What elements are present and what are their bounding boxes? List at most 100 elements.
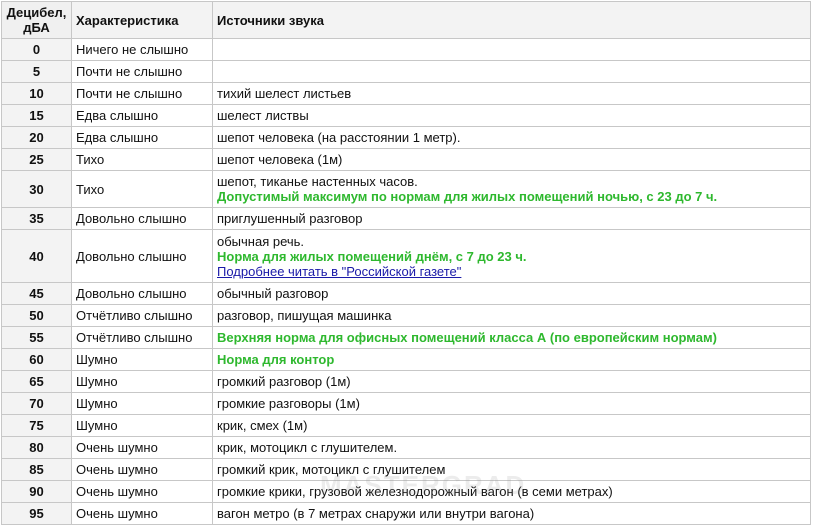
sources-cell: обычный разговор: [213, 283, 810, 304]
characteristic-cell: Очень шумно: [72, 481, 212, 502]
table-row: 75 Шумно крик, смех (1м): [2, 415, 810, 436]
characteristic-cell: Ничего не слышно: [72, 39, 212, 60]
sources-cell: крик, смех (1м): [213, 415, 810, 436]
source-text: крик, мотоцикл с глушителем.: [217, 440, 398, 455]
table-row: 30 Тихо шепот, тиканье настенных часов. Доп…: [2, 171, 810, 207]
table-row: 80 Очень шумно крик, мотоцикл с глушителем…: [2, 437, 810, 458]
table-row: 15 Едва слышно шелест листвы: [2, 105, 810, 126]
sources-cell: громкие разговоры (1м): [213, 393, 810, 414]
table-row: 40 Довольно слышно обычная речь. Норма для …: [2, 230, 810, 282]
table-row: 70 Шумно громкие разговоры (1м): [2, 393, 810, 414]
table-row: 35 Довольно слышно приглушенный разговор: [2, 208, 810, 229]
table-row: 90 Очень шумно громкие крики, грузовой жел…: [2, 481, 810, 502]
characteristic-cell: Почти не слышно: [72, 61, 212, 82]
sources-cell: шелест листвы: [213, 105, 810, 126]
characteristic-cell: Тихо: [72, 149, 212, 170]
source-text: разговор, пишущая машинка: [217, 308, 392, 323]
decibel-cell: 10: [2, 83, 71, 104]
sources-cell: Верхняя норма для офисных помещений клас…: [213, 327, 810, 348]
sources-cell: шепот человека (1м): [213, 149, 810, 170]
decibel-cell: 25: [2, 149, 71, 170]
decibel-cell: 80: [2, 437, 71, 458]
characteristic-cell: Едва слышно: [72, 127, 212, 148]
decibel-cell: 50: [2, 305, 71, 326]
decibel-cell: 20: [2, 127, 71, 148]
characteristic-cell: Тихо: [72, 171, 212, 207]
characteristic-cell: Очень шумно: [72, 503, 212, 524]
source-text: обычная речь.: [217, 233, 305, 249]
source-text: крик, смех (1м): [217, 418, 308, 433]
source-text: громкие разговоры (1м): [217, 396, 360, 411]
decibel-cell: 15: [2, 105, 71, 126]
decibel-cell: 0: [2, 39, 71, 60]
table-row: 50 Отчётливо слышно разговор, пишущая маши…: [2, 305, 810, 326]
sources-cell: громкий разговор (1м): [213, 371, 810, 392]
source-text: шепот, тиканье настенных часов.: [217, 174, 418, 189]
table-row: 25 Тихо шепот человека (1м): [2, 149, 810, 170]
table-row: 95 Очень шумно вагон метро (в 7 метрах сна…: [2, 503, 810, 524]
decibel-cell: 90: [2, 481, 71, 502]
decibel-cell: 55: [2, 327, 71, 348]
table-row: 10 Почти не слышно тихий шелест листьев: [2, 83, 810, 104]
norm-highlight: Допустимый максимум по нормам для жилых …: [217, 189, 718, 204]
characteristic-cell: Шумно: [72, 415, 212, 436]
characteristic-cell: Довольно слышно: [72, 283, 212, 304]
characteristic-cell: Очень шумно: [72, 437, 212, 458]
sources-cell: тихий шелест листьев: [213, 83, 810, 104]
sources-cell: [213, 39, 810, 60]
sources-cell: шепот, тиканье настенных часов. Допустимы…: [213, 171, 810, 207]
decibel-cell: 60: [2, 349, 71, 370]
decibel-cell: 45: [2, 283, 71, 304]
sources-cell: приглушенный разговор: [213, 208, 810, 229]
decibel-cell: 30: [2, 171, 71, 207]
noise-levels-table: Децибел, дБА Характеристика Источники зв…: [1, 1, 811, 525]
source-text: шепот человека (на расстоянии 1 метр).: [217, 130, 461, 145]
sources-cell: громкий крик, мотоцикл с глушителем: [213, 459, 810, 480]
sources-cell: Норма для контор: [213, 349, 810, 370]
header-decibel: Децибел, дБА: [2, 2, 71, 38]
table-row: 60 Шумно Норма для контор: [2, 349, 810, 370]
norm-highlight: Норма для контор: [217, 352, 335, 367]
decibel-cell: 75: [2, 415, 71, 436]
decibel-cell: 5: [2, 61, 71, 82]
source-text: обычный разговор: [217, 286, 329, 301]
decibel-cell: 70: [2, 393, 71, 414]
source-text: тихий шелест листьев: [217, 86, 352, 101]
table-header-row: Децибел, дБА Характеристика Источники зв…: [2, 2, 810, 38]
decibel-cell: 40: [2, 230, 71, 282]
characteristic-cell: Довольно слышно: [72, 230, 212, 282]
table-row: 5 Почти не слышно: [2, 61, 810, 82]
sources-cell: [213, 61, 810, 82]
norm-highlight: Норма для жилых помещений днём, с 7 до 2…: [217, 248, 527, 264]
sources-cell: шепот человека (на расстоянии 1 метр).: [213, 127, 810, 148]
decibel-cell: 95: [2, 503, 71, 524]
source-text: шепот человека (1м): [217, 152, 343, 167]
table-row: 85 Очень шумно громкий крик, мотоцикл с гл…: [2, 459, 810, 480]
source-text: вагон метро (в 7 метрах снаружи или внут…: [217, 506, 535, 521]
characteristic-cell: Довольно слышно: [72, 208, 212, 229]
table-row: 65 Шумно громкий разговор (1м): [2, 371, 810, 392]
sources-cell: громкие крики, грузовой железнодорожный …: [213, 481, 810, 502]
header-characteristic: Характеристика: [72, 2, 212, 38]
source-text: громкий крик, мотоцикл с глушителем: [217, 462, 446, 477]
source-text: шелест листвы: [217, 108, 309, 123]
norm-highlight: Верхняя норма для офисных помещений клас…: [217, 330, 717, 345]
read-more-link[interactable]: Подробнее читать в "Российской газете": [217, 264, 806, 279]
characteristic-cell: Очень шумно: [72, 459, 212, 480]
characteristic-cell: Почти не слышно: [72, 83, 212, 104]
characteristic-cell: Отчётливо слышно: [72, 305, 212, 326]
source-text: громкий разговор (1м): [217, 374, 351, 389]
characteristic-cell: Шумно: [72, 393, 212, 414]
header-sources: Источники звука: [213, 2, 810, 38]
sources-cell: вагон метро (в 7 метрах снаружи или внут…: [213, 503, 810, 524]
sources-cell: разговор, пишущая машинка: [213, 305, 810, 326]
sources-cell: крик, мотоцикл с глушителем.: [213, 437, 810, 458]
decibel-cell: 85: [2, 459, 71, 480]
characteristic-cell: Отчётливо слышно: [72, 327, 212, 348]
characteristic-cell: Шумно: [72, 349, 212, 370]
sources-cell: обычная речь. Норма для жилых помещений д…: [213, 230, 810, 282]
table-row: 45 Довольно слышно обычный разговор: [2, 283, 810, 304]
source-text: громкие крики, грузовой железнодорожный …: [217, 484, 613, 499]
decibel-cell: 65: [2, 371, 71, 392]
decibel-cell: 35: [2, 208, 71, 229]
